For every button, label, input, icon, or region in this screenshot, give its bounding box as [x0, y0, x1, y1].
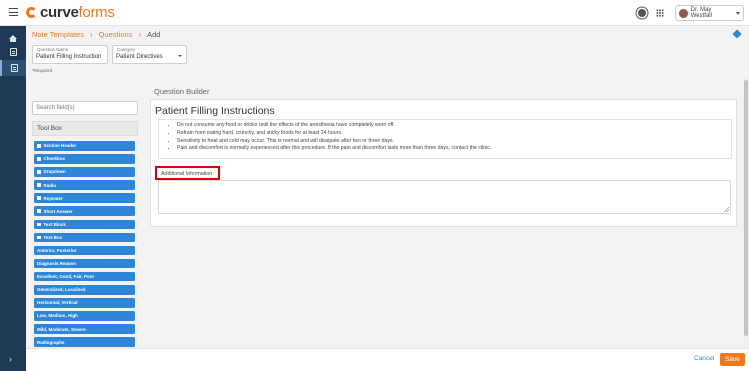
tool-label: Checkbox	[43, 156, 66, 162]
scrollbar-thumb[interactable]	[744, 80, 748, 336]
breadcrumb-questions[interactable]: Questions	[99, 30, 133, 39]
resize-grip-icon[interactable]	[724, 207, 729, 212]
tool-label: Generalized, Localized	[37, 287, 86, 293]
tool-type-icon	[37, 144, 41, 148]
toolbox-list: Section Header Checkbox Dropdown Radio Repea…	[34, 141, 135, 351]
form-icon	[9, 48, 17, 56]
tool-item[interactable]: Dropdown	[34, 167, 135, 177]
home-icon	[9, 35, 17, 42]
tool-item[interactable]: Horizontal, Vertical	[34, 298, 135, 308]
tool-label: Short Answer	[43, 208, 73, 214]
instruction-item: Do not consume any food or drinks until …	[177, 122, 731, 130]
category-dropdown[interactable]: Category Patient Directives	[112, 45, 187, 64]
tool-label: Low, Medium, High	[37, 313, 78, 319]
tool-label: Mild, Moderate, Severe	[37, 326, 86, 332]
tool-label: Repeater	[43, 195, 63, 201]
builder-title[interactable]: Patient Filling Instructions	[155, 105, 275, 117]
tool-label: Section Header	[43, 143, 77, 149]
tool-item[interactable]: Anterior, Posterior	[34, 245, 135, 256]
save-button[interactable]: Save	[720, 353, 745, 366]
template-icon	[10, 64, 18, 72]
instruction-item: Sensitivity to heat and cold may occur. …	[177, 138, 731, 146]
top-bar: curveforms Dr. May Westfall	[0, 0, 749, 26]
tool-item[interactable]: Text Box	[34, 232, 135, 243]
cube-icon[interactable]	[732, 29, 742, 39]
tool-type-icon	[37, 222, 41, 227]
tool-type-icon	[37, 209, 41, 213]
left-nav: ›	[0, 26, 26, 371]
breadcrumb-note-templates[interactable]: Note Templates	[32, 30, 84, 39]
tool-type-icon	[37, 183, 41, 187]
breadcrumb-separator-icon: ›	[138, 30, 142, 39]
additional-information-textarea[interactable]	[158, 180, 731, 214]
tool-type-icon	[37, 235, 41, 240]
app-logo: curveforms	[26, 5, 115, 20]
tool-label: Text Block	[43, 221, 66, 227]
tool-item[interactable]: Section Header	[34, 141, 135, 151]
logo-mark-icon	[26, 7, 37, 18]
category-value: Patient Directives	[116, 54, 163, 60]
breadcrumb-separator-icon: ›	[89, 30, 93, 39]
tool-item[interactable]: Generalized, Localized	[34, 285, 135, 295]
theme-toggle-icon[interactable]	[638, 9, 646, 17]
instructions-text-block[interactable]: Do not consume any food or drinks until …	[158, 119, 732, 159]
logo-text: curveforms	[40, 4, 115, 21]
category-label: Category	[117, 47, 136, 52]
breadcrumb-current: Add	[147, 30, 161, 39]
tool-item[interactable]: Radiographs	[34, 337, 135, 347]
tool-item[interactable]: Radio	[34, 180, 135, 190]
tool-label: Radiographs	[37, 339, 65, 345]
nav-templates[interactable]	[0, 60, 26, 76]
question-name-label: Question Name	[37, 47, 69, 52]
tool-type-icon	[37, 157, 41, 161]
hamburger-menu-icon[interactable]	[9, 8, 18, 16]
tool-label: Text Box	[43, 234, 63, 240]
tool-item[interactable]: Diagnosis Reason	[34, 258, 135, 269]
tool-type-icon	[37, 170, 41, 174]
user-name: Dr. May Westfall	[690, 7, 712, 19]
question-name-value: Patient Filling Instruction	[36, 54, 102, 60]
tool-item[interactable]: Text Block	[34, 219, 135, 230]
footer-bar	[26, 348, 749, 371]
toolbox-header: Tool Box	[32, 121, 138, 136]
tool-item[interactable]: Checkbox	[34, 154, 135, 164]
cancel-button[interactable]: Cancel	[694, 355, 714, 362]
tool-label: Horizontal, Vertical	[37, 300, 78, 306]
apps-grid-icon[interactable]	[656, 9, 664, 17]
tool-label: Excellent, Good, Fair, Poor	[37, 274, 95, 280]
instruction-item: Refrain from eating hard, crunchy, and s…	[177, 130, 731, 138]
nav-home[interactable]	[0, 29, 26, 45]
tool-type-icon	[37, 196, 41, 200]
question-builder-panel: Patient Filling Instructions Do not cons…	[150, 99, 737, 227]
instructions-list: Do not consume any food or drinks until …	[159, 120, 731, 153]
chevron-down-icon	[736, 11, 740, 15]
tool-item[interactable]: Low, Medium, High	[34, 311, 135, 321]
user-menu[interactable]: Dr. May Westfall	[675, 5, 744, 21]
additional-information-label[interactable]: Additional Information	[155, 166, 220, 180]
instruction-item: Pain and discomfort is normally experien…	[177, 145, 731, 153]
breadcrumb: Note Templates › Questions › Add	[32, 30, 160, 39]
tool-label: Dropdown	[43, 169, 66, 175]
question-builder-title: Question Builder	[154, 87, 210, 96]
avatar	[679, 8, 688, 18]
search-fields-input[interactable]: Search field(s)	[32, 101, 138, 115]
required-note: *Required	[32, 68, 53, 73]
nav-forms[interactable]	[0, 44, 26, 60]
tool-label: Anterior, Posterior	[37, 248, 77, 253]
chevron-down-icon	[178, 55, 182, 57]
tool-item[interactable]: Short Answer	[34, 206, 135, 216]
question-name-field[interactable]: Question Name Patient Filling Instructio…	[32, 45, 108, 64]
tool-item[interactable]: Mild, Moderate, Severe	[34, 324, 135, 334]
tool-label: Diagnosis Reason	[37, 261, 77, 267]
tool-label: Radio	[43, 182, 57, 188]
tool-item[interactable]: Excellent, Good, Fair, Poor	[34, 271, 135, 282]
chevron-right-icon[interactable]: ›	[9, 354, 12, 364]
tool-item[interactable]: Repeater	[34, 193, 135, 203]
